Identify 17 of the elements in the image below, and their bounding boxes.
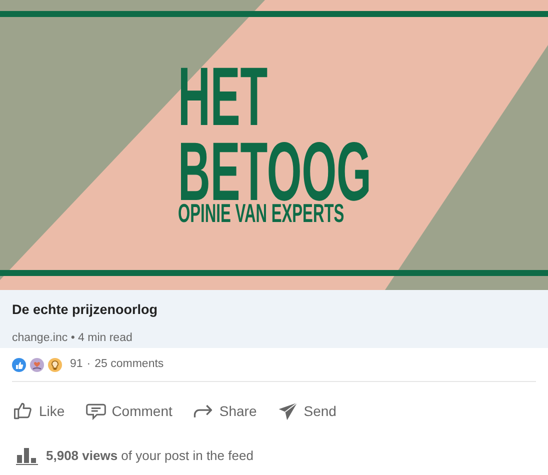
reaction-count[interactable]: 91 [70,356,83,374]
comment-button[interactable]: Comment [82,396,174,426]
share-button[interactable]: Share [190,396,259,426]
thumbs-up-icon [12,400,34,422]
heart-hand-reaction-icon [30,358,44,372]
send-button[interactable]: Send [274,396,338,426]
article-meta: change.inc • 4 min read [12,332,132,344]
views-text: 5,908 views of your post in the feed [46,447,254,465]
cover-title: HET [178,59,268,134]
like-button[interactable]: Like [10,396,67,426]
article-title[interactable]: De echte prijzenoorlog [12,302,158,317]
like-reaction-icon [12,358,26,372]
paper-plane-icon [276,400,299,422]
lightbulb-reaction-icon [48,358,62,372]
comments-link[interactable]: 25 comments [94,356,164,374]
bar-chart-icon [16,446,38,465]
separator-dot: · [86,356,91,372]
